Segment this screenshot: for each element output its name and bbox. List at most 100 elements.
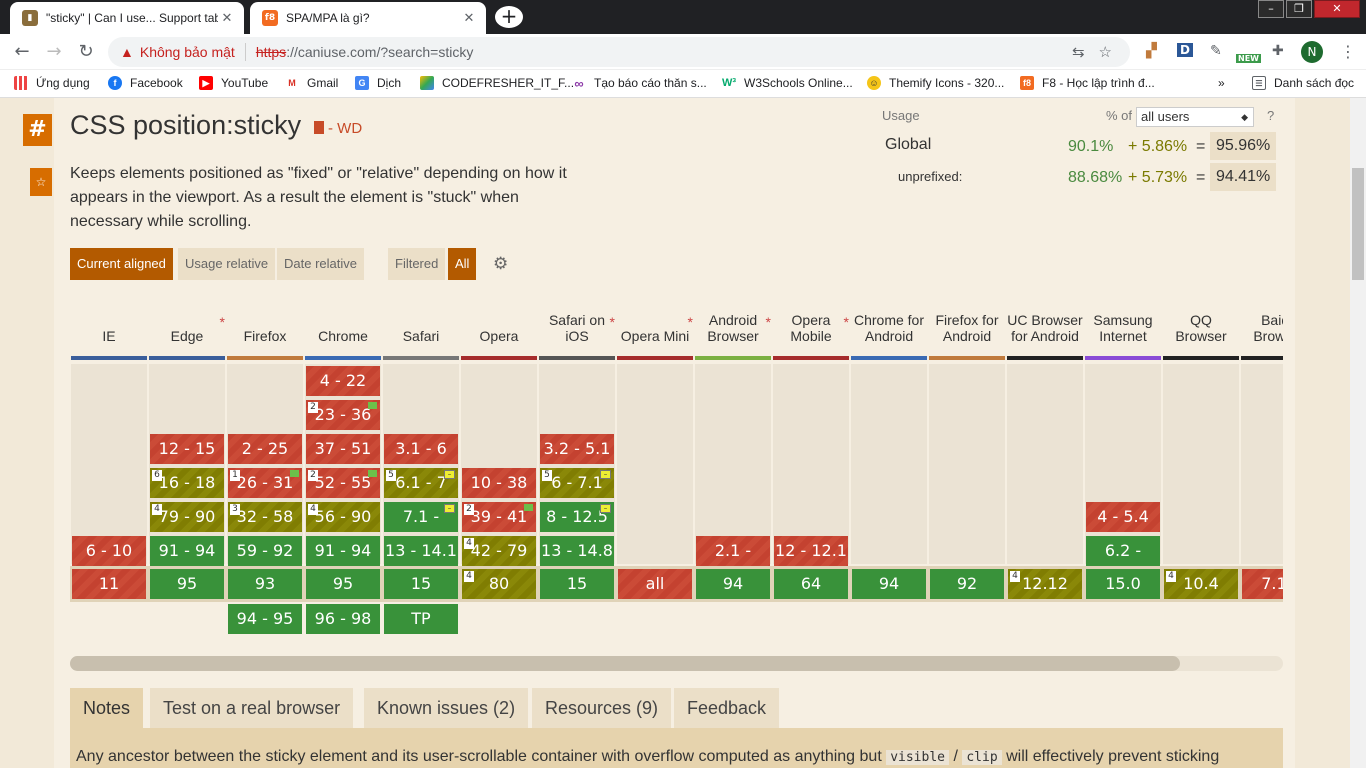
close-window-button[interactable]: ✕ (1314, 0, 1360, 18)
support-cell[interactable]: 26 - 31 1 (228, 468, 302, 498)
support-cell[interactable]: 23 - 36 2 (306, 400, 380, 430)
support-cell[interactable]: 13 - 14.8 (540, 536, 614, 566)
browser-header[interactable]: Safari on iOS * (539, 296, 615, 360)
notes-code-visible: visible (886, 750, 949, 765)
support-cell[interactable]: 12 - 15 (150, 434, 224, 464)
support-cell[interactable]: 6 - 7.1 5 – (540, 468, 614, 498)
version-range: all (645, 574, 665, 593)
browser-header[interactable]: Edge * (149, 296, 225, 360)
version-range: 94 (722, 574, 744, 593)
support-cell[interactable]: 91 - 94 (150, 536, 224, 566)
tab-test-real-browser[interactable]: Test on a real browser (150, 688, 354, 728)
support-cell[interactable]: 6 - 10 (72, 536, 146, 566)
version-range: 52 - 55 (314, 473, 372, 492)
browser-header[interactable]: QQ Browser (1163, 296, 1239, 360)
support-cell[interactable]: TP (384, 604, 458, 634)
support-cell[interactable]: 15 (384, 569, 458, 599)
browser-header[interactable]: Firefox (227, 296, 303, 360)
browser-header[interactable]: Chrome for Android (851, 296, 927, 360)
support-cell[interactable]: 4 - 22 (306, 366, 380, 396)
table-horizontal-scrollbar[interactable] (70, 656, 1283, 671)
support-cell[interactable]: 2 - 25 (228, 434, 302, 464)
support-cell[interactable]: 37 - 51 (306, 434, 380, 464)
flag-icon (290, 470, 299, 477)
page-scrollbar[interactable] (1350, 98, 1366, 768)
support-cell[interactable]: 79 - 90 4 (150, 502, 224, 532)
browser-header[interactable]: Baidu Browser (1241, 296, 1283, 360)
support-cell[interactable]: 91 - 94 (306, 536, 380, 566)
support-cell[interactable]: 94 - 95 (228, 604, 302, 634)
support-cell[interactable]: 12.12 4 (1008, 569, 1082, 599)
version-range: 6.1 - 7 (395, 473, 447, 492)
version-range: TP (411, 609, 431, 628)
version-range: 56 - 90 (314, 507, 372, 526)
browser-header[interactable]: Opera Mobile * (773, 296, 849, 360)
scrollbar-thumb[interactable] (70, 656, 1180, 671)
notes-text-end: will effectively prevent sticking (1001, 748, 1220, 765)
support-cell[interactable]: 59 - 92 (228, 536, 302, 566)
support-cell[interactable]: 6.1 - 7 5 – (384, 468, 458, 498)
tab-resources[interactable]: Resources (9) (532, 688, 672, 728)
more-menu-icon[interactable]: ⋮ (1340, 42, 1356, 61)
browser-name: Samsung Internet (1093, 312, 1153, 344)
support-cell[interactable]: all (618, 569, 692, 599)
browser-header[interactable]: Samsung Internet (1085, 296, 1161, 360)
support-cell[interactable]: 2.1 - 4.4.4 (696, 536, 770, 590)
scrollbar-thumb[interactable] (1352, 168, 1364, 280)
support-cell[interactable]: 7.1 - 12.1– (384, 502, 458, 556)
browser-header[interactable]: Opera (461, 296, 537, 360)
support-cell[interactable]: 64 (774, 569, 848, 599)
support-cell[interactable]: 11 (72, 569, 146, 599)
version-range: 7.12 (1261, 574, 1283, 593)
support-cell[interactable]: 10.4 4 (1164, 569, 1238, 599)
support-cell[interactable]: 16 - 18 6 (150, 468, 224, 498)
tab-known-issues[interactable]: Known issues (2) (364, 688, 529, 728)
support-cell[interactable]: 94 (852, 569, 926, 599)
profile-avatar[interactable]: N (1301, 41, 1323, 63)
support-cell[interactable]: 10 - 38 (462, 468, 536, 498)
support-cell[interactable]: 13 - 14.1 (384, 536, 458, 566)
tab-feedback[interactable]: Feedback (674, 688, 780, 728)
flag-icon (368, 402, 377, 409)
support-cell[interactable]: 3.1 - 6 (384, 434, 458, 464)
browser-header[interactable]: Opera Mini * (617, 296, 693, 360)
support-cell[interactable]: 4 - 5.4 (1086, 502, 1160, 532)
support-cell[interactable]: 15.0 (1086, 569, 1160, 599)
browser-name: Safari (402, 328, 440, 344)
browser-column (695, 364, 771, 564)
browser-header[interactable]: UC Browser for Android (1007, 296, 1083, 360)
version-range: 32 - 58 (236, 507, 294, 526)
browser-header[interactable]: Chrome (305, 296, 381, 360)
support-cell[interactable]: 6.2 - 14.0 (1086, 536, 1160, 590)
support-cell[interactable]: 92 (930, 569, 1004, 599)
asterisk-note: * (843, 314, 849, 330)
prefix-icon: – (444, 504, 455, 513)
tab-notes[interactable]: Notes (70, 688, 144, 728)
version-range: 15 (410, 574, 432, 593)
browser-header[interactable]: Safari (383, 296, 459, 360)
support-cell[interactable]: 7.12 (1242, 569, 1283, 599)
support-cell[interactable]: 32 - 58 3 (228, 502, 302, 532)
support-cell[interactable]: 96 - 98 (306, 604, 380, 634)
support-cell[interactable]: 52 - 55 2 (306, 468, 380, 498)
support-cell[interactable]: 94 (696, 569, 770, 599)
support-cell[interactable]: 42 - 79 4 (462, 536, 536, 566)
support-cell[interactable]: 12 - 12.1 (774, 536, 848, 566)
notes-text: Any ancestor between the sticky element … (76, 748, 1219, 766)
browser-header[interactable]: Android Browser * (695, 296, 771, 360)
support-cell[interactable]: 95 (306, 569, 380, 599)
support-cell[interactable]: 3.2 - 5.1 (540, 434, 614, 464)
support-cell[interactable]: 8 - 12.5– (540, 502, 614, 532)
support-cell[interactable]: 95 (150, 569, 224, 599)
browser-header[interactable]: Firefox for Android (929, 296, 1005, 360)
support-cell[interactable]: 56 - 90 4 (306, 502, 380, 532)
support-cell[interactable]: 15 (540, 569, 614, 599)
browser-header[interactable]: IE (71, 296, 147, 360)
version-range: 11 (98, 574, 120, 593)
support-cell[interactable]: 80 4 (462, 569, 536, 599)
version-range: 59 - 92 (236, 541, 294, 560)
maximize-button[interactable]: ❐ (1286, 0, 1312, 18)
version-range: 15 (566, 574, 588, 593)
support-cell[interactable]: 39 - 41 2 (462, 502, 536, 532)
support-cell[interactable]: 93 (228, 569, 302, 599)
